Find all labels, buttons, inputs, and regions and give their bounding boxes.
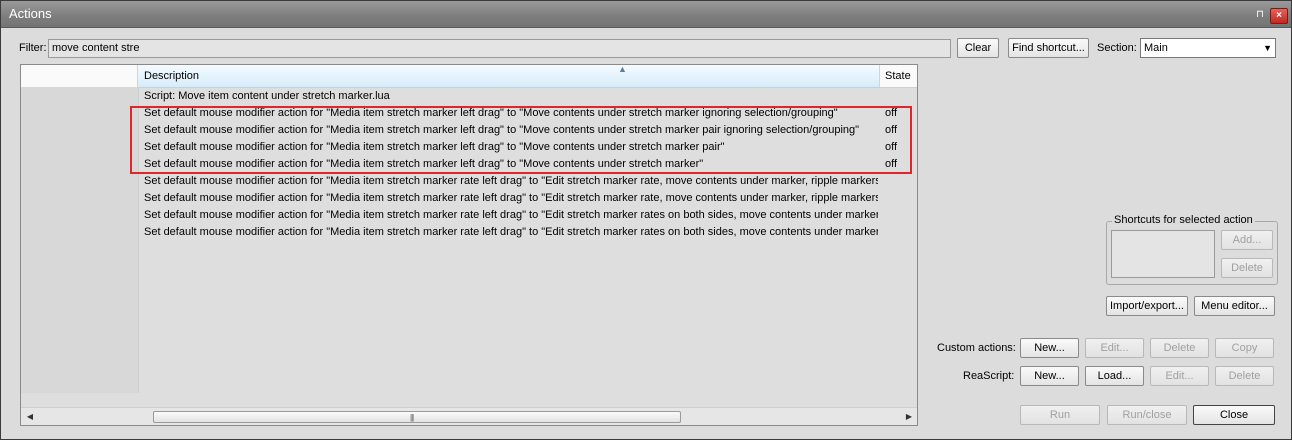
filter-value: move content stre (52, 42, 140, 54)
list-item[interactable]: Set default mouse modifier action for "M… (21, 224, 917, 241)
row-description: Set default mouse modifier action for "M… (144, 209, 878, 221)
highlight-annotation (130, 106, 912, 174)
custom-action-delete-button[interactable]: Delete (1150, 338, 1209, 358)
reascript-delete-button[interactable]: Delete (1215, 366, 1274, 386)
menu-editor-button[interactable]: Menu editor... (1194, 296, 1275, 316)
section-dropdown[interactable]: Main ▼ (1140, 38, 1276, 58)
list-item[interactable]: Set default mouse modifier action for "M… (21, 190, 917, 207)
scroll-right-icon[interactable]: ▶ (902, 410, 916, 424)
list-item[interactable]: Set default mouse modifier action for "M… (21, 207, 917, 224)
list-item[interactable]: Script: Move item content under stretch … (21, 88, 917, 105)
run-button[interactable]: Run (1020, 405, 1100, 425)
list-header: ▲ Description State (21, 65, 917, 88)
dialog-body: Filter: move content stre Clear Find sho… (2, 28, 1290, 438)
list-item[interactable]: Set default mouse modifier action for "M… (21, 173, 917, 190)
chevron-down-icon: ▼ (1263, 43, 1272, 53)
custom-action-edit-button[interactable]: Edit... (1085, 338, 1144, 358)
row-description: Set default mouse modifier action for "M… (144, 192, 878, 204)
pin-icon[interactable]: ⊓ (1253, 9, 1267, 21)
row-description: Set default mouse modifier action for "M… (144, 226, 878, 238)
custom-actions-label: Custom actions: (937, 342, 1016, 354)
title-bar[interactable]: Actions ⊓ × (1, 1, 1291, 28)
import-export-button[interactable]: Import/export... (1106, 296, 1188, 316)
run-close-button[interactable]: Run/close (1107, 405, 1187, 425)
delete-shortcut-button[interactable]: Delete (1221, 258, 1273, 278)
column-state-label: State (885, 70, 911, 82)
column-header-description[interactable]: ▲ Description (138, 65, 880, 87)
column-header-shortcut[interactable] (21, 65, 138, 87)
reascript-label: ReaScript: (963, 370, 1015, 382)
clear-button[interactable]: Clear (957, 38, 999, 58)
custom-action-new-button[interactable]: New... (1020, 338, 1079, 358)
filter-label: Filter: (19, 42, 47, 54)
column-header-state[interactable]: State (880, 65, 917, 87)
window-title: Actions (9, 6, 52, 21)
sort-ascending-icon: ▲ (618, 64, 627, 74)
row-description: Set default mouse modifier action for "M… (144, 175, 878, 187)
section-label: Section: (1097, 42, 1137, 54)
section-value: Main (1144, 42, 1168, 54)
shortcuts-list[interactable] (1111, 230, 1215, 278)
column-description-label: Description (144, 70, 200, 82)
close-button[interactable]: Close (1193, 405, 1275, 425)
reascript-edit-button[interactable]: Edit... (1150, 366, 1209, 386)
find-shortcut-button[interactable]: Find shortcut... (1008, 38, 1089, 58)
row-description: Script: Move item content under stretch … (144, 90, 390, 102)
shortcuts-group-title: Shortcuts for selected action (1112, 214, 1255, 226)
scrollbar-thumb[interactable]: ||| (153, 411, 681, 423)
horizontal-scrollbar[interactable]: ◀ ||| ▶ (21, 407, 917, 425)
actions-list[interactable]: ▲ Description State Script: Move item co… (20, 64, 918, 426)
custom-action-copy-button[interactable]: Copy (1215, 338, 1274, 358)
reascript-load-button[interactable]: Load... (1085, 366, 1144, 386)
close-icon[interactable]: × (1270, 8, 1288, 24)
reascript-new-button[interactable]: New... (1020, 366, 1079, 386)
actions-window: Actions ⊓ × Filter: move content stre Cl… (0, 0, 1292, 440)
add-shortcut-button[interactable]: Add... (1221, 230, 1273, 250)
filter-input[interactable]: move content stre (48, 39, 951, 58)
scroll-left-icon[interactable]: ◀ (23, 410, 37, 424)
grip-icon: ||| (410, 413, 414, 422)
